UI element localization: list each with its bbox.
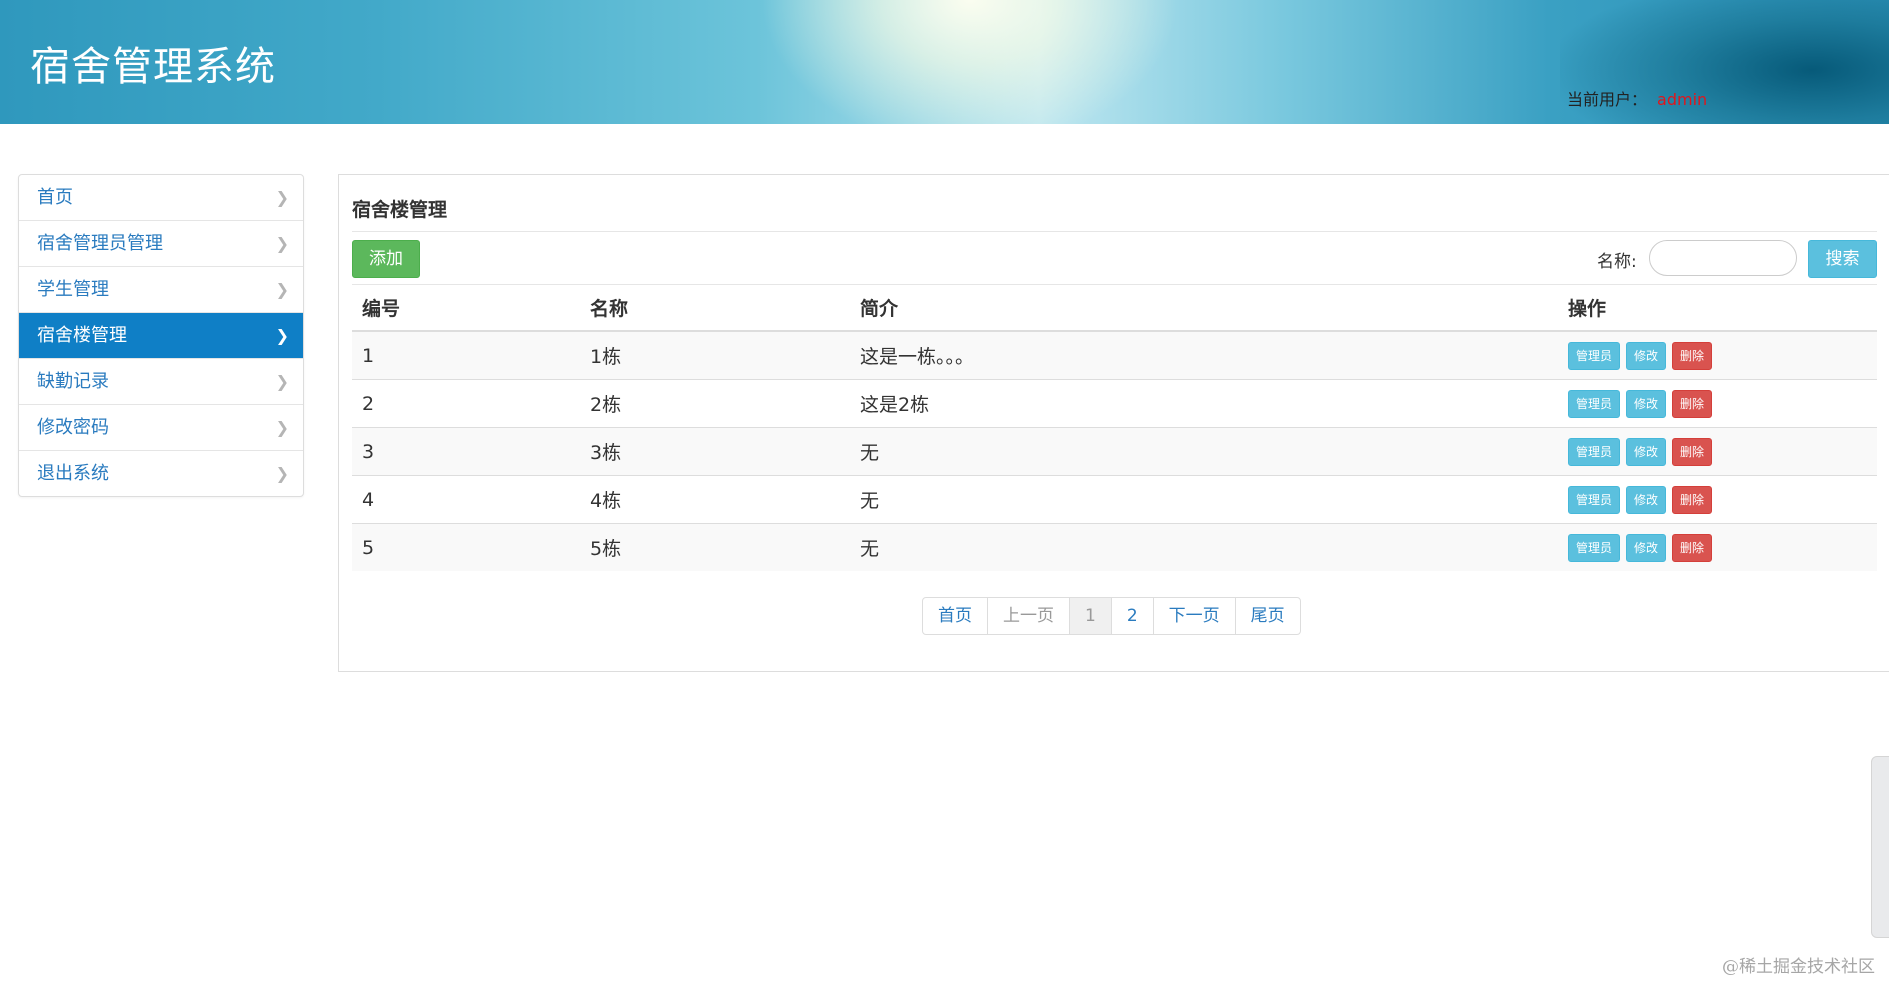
sidebar-item-label: 缺勤记录: [37, 371, 109, 392]
edit-button[interactable]: 修改: [1626, 437, 1667, 466]
delete-button[interactable]: 删除: [1672, 341, 1713, 370]
manager-button[interactable]: 管理员: [1568, 533, 1621, 562]
table-row: 2 2栋 这是2栋 管理员 修改 删除: [352, 379, 1877, 428]
sidebar-item-logout[interactable]: 退出系统 ❯: [19, 451, 303, 496]
search-button[interactable]: 搜索: [1808, 240, 1877, 278]
header-sun-decoration: [760, 0, 1180, 124]
manager-button[interactable]: 管理员: [1568, 437, 1621, 466]
sidebar-nav: 首页 ❯ 宿舍管理员管理 ❯ 学生管理 ❯ 宿舍楼管理 ❯ 缺勤记录 ❯ 修改密…: [18, 174, 304, 497]
column-header-desc: 简介: [850, 285, 1558, 332]
pagination-last[interactable]: 尾页: [1234, 598, 1300, 634]
sidebar-item-label: 宿舍管理员管理: [37, 233, 163, 254]
cell-id: 4: [352, 475, 580, 524]
cell-actions: 管理员 修改 删除: [1558, 427, 1877, 476]
delete-button[interactable]: 删除: [1672, 533, 1713, 562]
chevron-right-icon: ❯: [275, 464, 289, 483]
edit-button[interactable]: 修改: [1626, 389, 1667, 418]
sidebar-item-students[interactable]: 学生管理 ❯: [19, 267, 303, 313]
cell-desc: 无: [850, 475, 1558, 524]
current-user: 当前用户： admin: [1567, 86, 1707, 110]
cell-name: 2栋: [580, 379, 850, 428]
current-user-name: admin: [1657, 90, 1708, 109]
edit-button[interactable]: 修改: [1626, 533, 1667, 562]
pagination-prev[interactable]: 上一页: [987, 598, 1069, 634]
sidebar-item-label: 学生管理: [37, 279, 109, 300]
app-header: 宿舍管理系统 当前用户： admin: [0, 0, 1889, 124]
table-row: 1 1栋 这是一栋。。。 管理员 修改 删除: [352, 330, 1877, 380]
search-input[interactable]: [1649, 240, 1797, 276]
sidebar-item-absence-records[interactable]: 缺勤记录 ❯: [19, 359, 303, 405]
sidebar-item-dorm-managers[interactable]: 宿舍管理员管理 ❯: [19, 221, 303, 267]
table-row: 5 5栋 无 管理员 修改 删除: [352, 523, 1877, 571]
cell-actions: 管理员 修改 删除: [1558, 379, 1877, 428]
pagination-first[interactable]: 首页: [923, 598, 987, 634]
column-header-actions: 操作: [1558, 285, 1877, 332]
column-header-id: 编号: [352, 285, 580, 332]
edit-button[interactable]: 修改: [1626, 341, 1667, 370]
table-row: 3 3栋 无 管理员 修改 删除: [352, 427, 1877, 476]
cell-actions: 管理员 修改 删除: [1558, 523, 1877, 571]
cell-id: 2: [352, 379, 580, 428]
cell-id: 3: [352, 427, 580, 476]
chevron-right-icon: ❯: [275, 372, 289, 391]
cell-desc: 无: [850, 523, 1558, 571]
manager-button[interactable]: 管理员: [1568, 485, 1621, 514]
pagination-next[interactable]: 下一页: [1152, 598, 1235, 634]
cell-desc: 这是2栋: [850, 379, 1558, 428]
sidebar-item-label: 首页: [37, 187, 73, 208]
cell-name: 3栋: [580, 427, 850, 476]
sidebar-item-label: 宿舍楼管理: [37, 325, 127, 346]
watermark: @稀土掘金技术社区: [1722, 957, 1875, 977]
divider: [352, 231, 1877, 232]
app-title: 宿舍管理系统: [30, 44, 276, 90]
cell-desc: 无: [850, 427, 1558, 476]
main-panel: 宿舍楼管理 添加 名称: 搜索 编号 名称 简介 操作 1 1栋 这是一栋。。。…: [338, 174, 1889, 672]
cell-name: 4栋: [580, 475, 850, 524]
delete-button[interactable]: 删除: [1672, 389, 1713, 418]
pagination: 首页 上一页 1 2 下一页 尾页: [922, 597, 1301, 635]
buildings-table: 编号 名称 简介 操作 1 1栋 这是一栋。。。 管理员 修改 删除 2 2栋 这是…: [352, 285, 1877, 571]
manager-button[interactable]: 管理员: [1568, 389, 1621, 418]
chevron-right-icon: ❯: [275, 280, 289, 299]
sidebar-item-label: 修改密码: [37, 417, 109, 438]
floating-side-tab[interactable]: [1871, 756, 1889, 938]
chevron-right-icon: ❯: [275, 418, 289, 437]
table-row: 4 4栋 无 管理员 修改 删除: [352, 475, 1877, 524]
search-label: 名称:: [1597, 252, 1637, 272]
manager-button[interactable]: 管理员: [1568, 341, 1621, 370]
sidebar-item-dorm-buildings[interactable]: 宿舍楼管理 ❯: [19, 313, 303, 359]
pagination-page-1[interactable]: 1: [1069, 598, 1111, 634]
chevron-right-icon: ❯: [275, 234, 289, 253]
add-button[interactable]: 添加: [352, 240, 420, 278]
cell-desc: 这是一栋。。。: [850, 330, 1558, 380]
chevron-right-icon: ❯: [275, 326, 289, 345]
cell-id: 5: [352, 523, 580, 571]
delete-button[interactable]: 删除: [1672, 485, 1713, 514]
cell-actions: 管理员 修改 删除: [1558, 330, 1877, 380]
chevron-right-icon: ❯: [275, 188, 289, 207]
sidebar-item-home[interactable]: 首页 ❯: [19, 175, 303, 221]
cell-name: 1栋: [580, 330, 850, 380]
cell-id: 1: [352, 330, 580, 380]
edit-button[interactable]: 修改: [1626, 485, 1667, 514]
cell-name: 5栋: [580, 523, 850, 571]
sidebar-item-label: 退出系统: [37, 463, 109, 484]
cell-actions: 管理员 修改 删除: [1558, 475, 1877, 524]
column-header-name: 名称: [580, 285, 850, 332]
page-title: 宿舍楼管理: [352, 199, 448, 221]
delete-button[interactable]: 删除: [1672, 437, 1713, 466]
pagination-page-2[interactable]: 2: [1110, 598, 1153, 634]
sidebar-item-change-password[interactable]: 修改密码 ❯: [19, 405, 303, 451]
table-header-row: 编号 名称 简介 操作: [352, 285, 1877, 332]
current-user-label: 当前用户：: [1567, 90, 1648, 109]
